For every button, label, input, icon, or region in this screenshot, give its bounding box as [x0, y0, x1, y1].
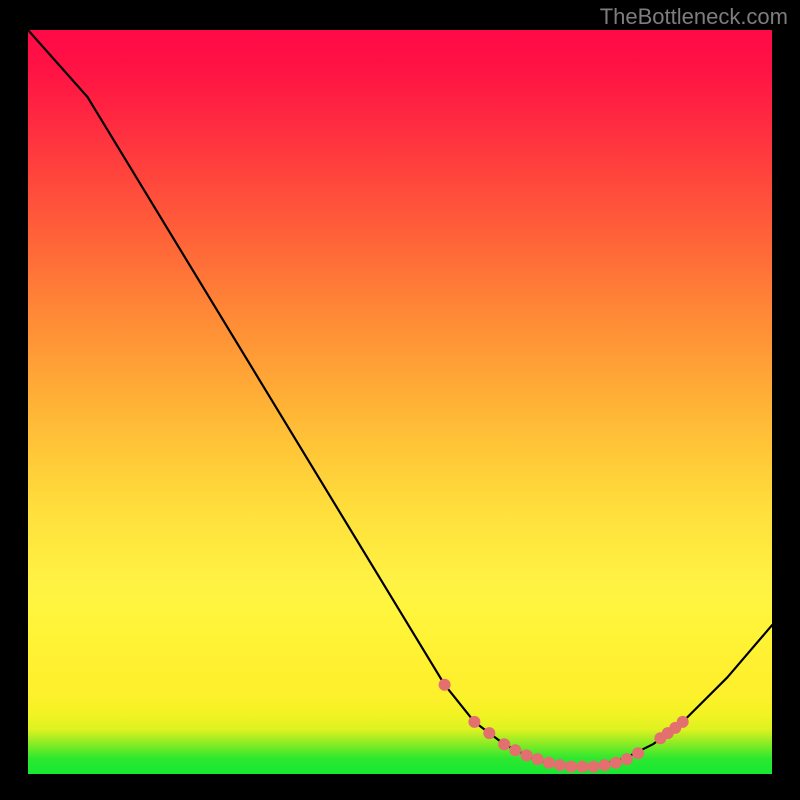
marker-point	[543, 757, 555, 769]
marker-point	[532, 753, 544, 765]
plot-area	[28, 30, 772, 774]
chart-frame: TheBottleneck.com	[0, 0, 800, 800]
marker-point	[587, 761, 599, 773]
marker-point	[610, 757, 622, 769]
marker-point	[576, 761, 588, 773]
marker-point	[439, 679, 451, 691]
marker-point	[677, 716, 689, 728]
marker-point	[483, 727, 495, 739]
marker-point	[498, 738, 510, 750]
marker-point	[521, 749, 533, 761]
marker-point	[565, 761, 577, 773]
marker-point	[599, 759, 611, 771]
marker-point	[509, 744, 521, 756]
marker-point	[621, 753, 633, 765]
marker-point	[554, 759, 566, 771]
marker-group	[439, 679, 689, 773]
chart-svg	[28, 30, 772, 774]
marker-point	[468, 716, 480, 728]
marker-point	[632, 747, 644, 759]
bottleneck-curve	[28, 30, 772, 767]
attribution-text: TheBottleneck.com	[600, 4, 788, 30]
